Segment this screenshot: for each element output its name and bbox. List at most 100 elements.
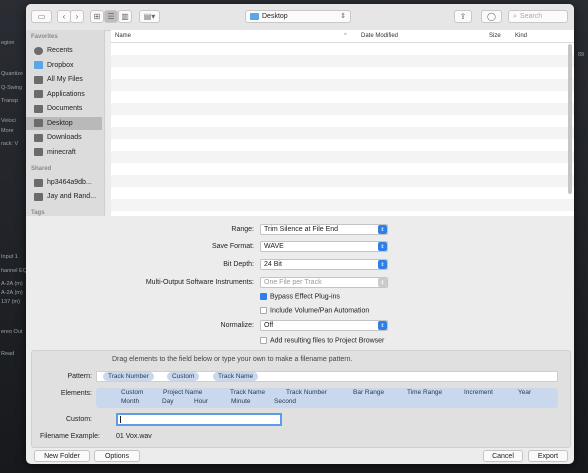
clock-icon [34, 46, 43, 55]
element-token[interactable]: Year [518, 389, 531, 396]
pattern-token[interactable]: Track Number [103, 372, 154, 381]
file-row [111, 43, 574, 55]
file-row [111, 163, 574, 175]
pattern-token[interactable]: Custom [167, 372, 200, 381]
pattern-token[interactable]: Track Name [213, 372, 259, 381]
list-icon: ☰ [107, 12, 115, 21]
element-token[interactable]: Time Range [407, 389, 442, 396]
updown-arrow-icon: ⇕ [378, 225, 387, 234]
sidebar-item-label: Downloads [47, 134, 82, 141]
file-list[interactable]: Name ^ Date Modified Size Kind [111, 30, 574, 216]
sidebar-item-minecraft[interactable]: minecraft [26, 146, 102, 159]
computer-icon [34, 178, 43, 187]
sidebar-item-dropbox[interactable]: Dropbox [26, 59, 102, 72]
new-folder-button[interactable]: New Folder [34, 450, 90, 462]
pattern-field[interactable]: Track Number Custom Track Name [96, 371, 558, 382]
normalize-label: Normalize: [220, 322, 254, 329]
element-token[interactable]: Track Number [286, 389, 327, 396]
sidebar-item-label: minecraft [47, 148, 76, 156]
sidebar-item-label: hp3464a9db... [47, 179, 92, 186]
sidebar-item-label: All My Files [47, 76, 83, 83]
normalize-popup[interactable]: Off ⇕ [260, 320, 388, 331]
daw-label: More [1, 128, 14, 134]
share-button[interactable]: ⇪ [454, 10, 472, 23]
include-automation-label: Include Volume/Pan Automation [270, 307, 370, 315]
multi-output-label: Multi-Output Software Instruments: [145, 279, 254, 286]
daw-label: A-2A (m) [1, 281, 23, 287]
updown-icon: ⇕ [340, 13, 346, 20]
sidebar-toggle-button[interactable]: ▭ [31, 10, 52, 23]
element-token[interactable]: Hour [194, 398, 208, 405]
column-name[interactable]: Name [115, 33, 131, 39]
file-row [111, 139, 574, 151]
sidebar-item-recents[interactable]: Recents [26, 44, 102, 57]
sidebar-item-desktop[interactable]: Desktop [26, 116, 102, 130]
favorites-header: Favorites [31, 34, 58, 40]
range-label: Range: [231, 226, 254, 233]
options-button[interactable]: Options [94, 450, 140, 462]
custom-input[interactable] [116, 413, 282, 426]
updown-arrow-icon: ⇕ [378, 321, 387, 330]
column-size[interactable]: Size [489, 33, 501, 39]
daw-label: Veloci [1, 118, 16, 124]
text-cursor [120, 416, 121, 423]
element-token[interactable]: Second [274, 398, 296, 405]
element-token[interactable]: Custom [121, 389, 143, 396]
sidebar-item-shared[interactable]: hp3464a9db... [26, 176, 102, 189]
element-token[interactable]: Day [162, 398, 174, 405]
sidebar-item-shared[interactable]: Jay and Rand... [26, 190, 102, 203]
checkbox-unchecked-icon [260, 307, 267, 314]
column-date-modified[interactable]: Date Modified [361, 33, 398, 39]
file-row [111, 187, 574, 199]
save-format-value: WAVE [264, 243, 284, 250]
bypass-effect-checkbox[interactable]: Bypass Effect Plug-ins [260, 293, 340, 300]
search-icon: ⌕ [513, 12, 517, 20]
applications-icon [34, 90, 43, 98]
tags-button[interactable]: ◯ [481, 10, 502, 23]
element-token[interactable]: Increment [464, 389, 493, 396]
column-view-button[interactable]: ▥ [118, 10, 132, 23]
element-token[interactable]: Project Name [163, 389, 202, 396]
document-icon [34, 104, 43, 113]
bit-depth-popup[interactable]: 24 Bit ⇕ [260, 259, 388, 270]
back-button[interactable]: ‹ [57, 10, 71, 23]
range-popup[interactable]: Trim Silence at File End ⇕ [260, 224, 388, 235]
cancel-button[interactable]: Cancel [483, 450, 523, 462]
search-placeholder: Search [519, 13, 543, 20]
column-kind[interactable]: Kind [515, 33, 527, 39]
sidebar-item-documents[interactable]: Documents [26, 102, 102, 115]
file-list-header: Name ^ Date Modified Size Kind [111, 30, 574, 43]
path-popup[interactable]: Desktop ⇕ [245, 10, 351, 23]
scrollbar[interactable] [568, 44, 572, 194]
add-to-browser-label: Add resulting files to Project Browser [270, 337, 385, 345]
element-token[interactable]: Track Name [230, 389, 265, 396]
sidebar-item-applications[interactable]: Applications [26, 88, 102, 101]
checkbox-unchecked-icon [260, 337, 267, 344]
save-format-popup[interactable]: WAVE ⇕ [260, 241, 388, 252]
daw-label: rack: V [1, 141, 19, 147]
icon-view-button[interactable]: ⊞ [90, 10, 104, 23]
add-to-browser-checkbox[interactable]: Add resulting files to Project Browser [260, 337, 384, 344]
export-dialog: ▭ ‹ › ⊞ ☰ ▥ ▤▾ Desktop ⇕ ⇪ ◯ ⌕ Search Fa… [26, 4, 574, 464]
daw-label: ereo Out [1, 329, 23, 335]
element-token[interactable]: Minute [231, 398, 251, 405]
multi-output-popup[interactable]: One File per Track ⇕ [260, 277, 388, 288]
export-button[interactable]: Export [528, 450, 568, 462]
file-row [111, 91, 574, 103]
forward-button[interactable]: › [70, 10, 84, 23]
sidebar-item-downloads[interactable]: Downloads [26, 131, 102, 144]
element-token[interactable]: Month [121, 398, 139, 405]
file-row [111, 67, 574, 79]
daw-label: Transp [1, 98, 18, 104]
filename-example-value: 01 Vox.wav [116, 433, 152, 440]
search-input[interactable]: ⌕ Search [508, 10, 568, 23]
list-view-button[interactable]: ☰ [104, 10, 118, 23]
include-automation-checkbox[interactable]: Include Volume/Pan Automation [260, 307, 369, 314]
chevron-left-icon: ‹ [62, 12, 66, 21]
element-token[interactable]: Bar Range [353, 389, 384, 396]
sidebar-item-label: Dropbox [47, 61, 74, 69]
sidebar-item-all-my-files[interactable]: All My Files [26, 73, 102, 86]
arrange-button[interactable]: ▤▾ [139, 10, 160, 23]
daw-label: A-2A (m) [1, 290, 23, 296]
file-row [111, 151, 574, 163]
